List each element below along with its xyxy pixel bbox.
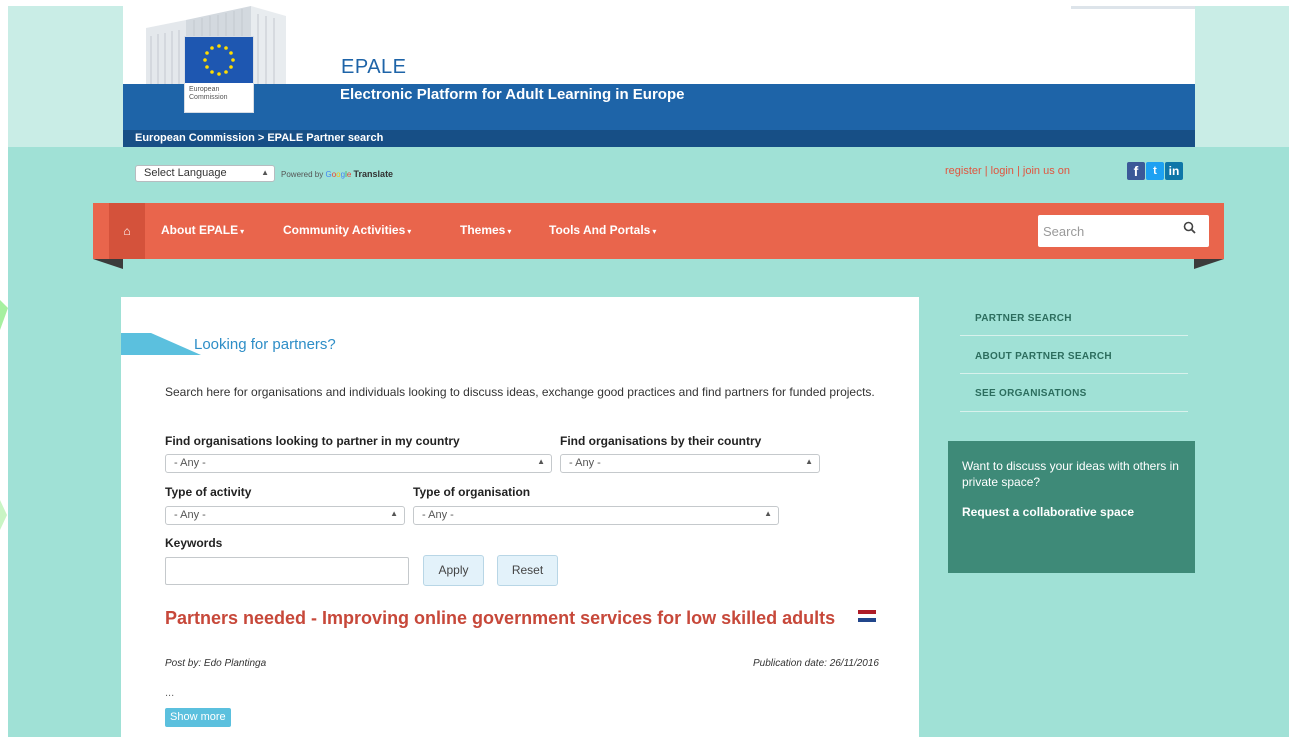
join-us-label: join us on: [1022, 165, 1070, 177]
sidebar-link-see-organisations[interactable]: SEE ORGANISATIONS: [975, 388, 1087, 399]
caret-down-icon: ▾: [652, 227, 657, 236]
article-title-link[interactable]: Partners needed - Improving online gover…: [165, 607, 845, 630]
partner-country-label: Find organisations looking to partner in…: [165, 434, 460, 448]
org-type-label: Type of organisation: [413, 485, 531, 499]
nav-item-about-epale[interactable]: About EPALE ▾: [161, 223, 244, 237]
section-title: Looking for partners?: [194, 336, 336, 353]
search-icon[interactable]: [1183, 221, 1197, 238]
breadcrumb-bar: European Commission > EPALE Partner sear…: [123, 130, 1195, 147]
sidebar-link-about-partner-search[interactable]: ABOUT PARTNER SEARCH: [975, 351, 1112, 362]
search-input[interactable]: [1038, 215, 1178, 247]
eu-flag-icon: [185, 37, 253, 83]
select-arrows-icon: ▲: [764, 509, 772, 518]
select-arrows-icon: ▲: [390, 509, 398, 518]
nav-item-themes[interactable]: Themes ▾: [460, 223, 511, 237]
nav-item-tools-and-portals[interactable]: Tools And Portals ▾: [549, 223, 656, 237]
language-select-value: Select Language: [144, 167, 227, 179]
site-tagline: Electronic Platform for Adult Learning i…: [340, 86, 685, 103]
keywords-input[interactable]: [165, 557, 409, 585]
org-country-label: Find organisations by their country: [560, 434, 762, 448]
breadcrumb[interactable]: European Commission > EPALE Partner sear…: [135, 132, 383, 144]
site-name[interactable]: EPALE: [341, 56, 407, 79]
apply-button[interactable]: Apply: [423, 555, 484, 586]
twitter-icon[interactable]: t: [1146, 162, 1164, 180]
page: European Commission EPALE Electronic Pla…: [8, 6, 1289, 737]
select-arrows-icon: ▲: [537, 457, 545, 466]
nav-search: [1038, 215, 1209, 247]
sidebar-link-partner-search[interactable]: PARTNER SEARCH: [975, 313, 1072, 324]
language-select[interactable]: Select Language ▲: [135, 165, 275, 182]
request-collab-space-link[interactable]: Request a collaborative space: [962, 504, 1162, 520]
article-excerpt: ...: [165, 687, 175, 699]
sidebar-divider: [960, 373, 1188, 374]
nav-item-community-activities[interactable]: Community Activities ▾: [283, 223, 411, 237]
powered-by-google-translate[interactable]: Powered by Google Translate: [281, 169, 393, 179]
frame-right: [1289, 0, 1297, 741]
intro-text: Search here for organisations and indivi…: [165, 385, 875, 399]
linkedin-icon[interactable]: in: [1165, 162, 1183, 180]
caret-down-icon: ▾: [240, 227, 245, 236]
home-icon[interactable]: ⌂: [109, 203, 145, 259]
sidebar-divider: [960, 411, 1188, 412]
content-panel: Looking for partners? Search here for or…: [121, 297, 919, 737]
frame-left: [0, 0, 8, 741]
collaborative-space-box: Want to discuss your ideas with others i…: [948, 441, 1195, 573]
netherlands-flag-icon: [858, 610, 876, 622]
facebook-icon[interactable]: f: [1127, 162, 1145, 180]
org-country-select[interactable]: - Any - ▲: [560, 454, 820, 473]
show-more-button[interactable]: Show more: [165, 708, 231, 727]
frame-bottom: [0, 737, 1297, 741]
select-arrows-icon: ▲: [261, 168, 269, 177]
article-author: Post by: Edo Plantinga: [165, 658, 267, 669]
nav-ribbon-fold-left: [93, 259, 123, 269]
keywords-label: Keywords: [165, 536, 223, 550]
org-type-select[interactable]: - Any - ▲: [413, 506, 779, 525]
nav-ribbon-fold-right: [1194, 259, 1224, 269]
select-arrows-icon: ▲: [805, 457, 813, 466]
european-commission-logo[interactable]: European Commission: [184, 36, 254, 113]
activity-type-select[interactable]: - Any - ▲: [165, 506, 405, 525]
register-link[interactable]: register: [945, 165, 982, 177]
activity-type-label: Type of activity: [165, 485, 252, 499]
login-link[interactable]: login: [991, 165, 1014, 177]
reset-button[interactable]: Reset: [497, 555, 558, 586]
section-ribbon: [121, 333, 151, 355]
article-date: Publication date: 26/11/2016: [752, 658, 879, 669]
google-logo: Google: [325, 170, 352, 179]
logo-text: European Commission: [189, 86, 228, 101]
header-corner-box: [1071, 6, 1195, 9]
partner-country-select[interactable]: - Any - ▲: [165, 454, 552, 473]
caret-down-icon: ▾: [407, 227, 412, 236]
collab-text: Want to discuss your ideas with others i…: [962, 459, 1179, 489]
caret-down-icon: ▾: [507, 227, 512, 236]
user-links: register | login | join us on: [945, 165, 1070, 177]
decorative-shape: [0, 300, 8, 530]
sidebar-divider: [960, 335, 1188, 336]
